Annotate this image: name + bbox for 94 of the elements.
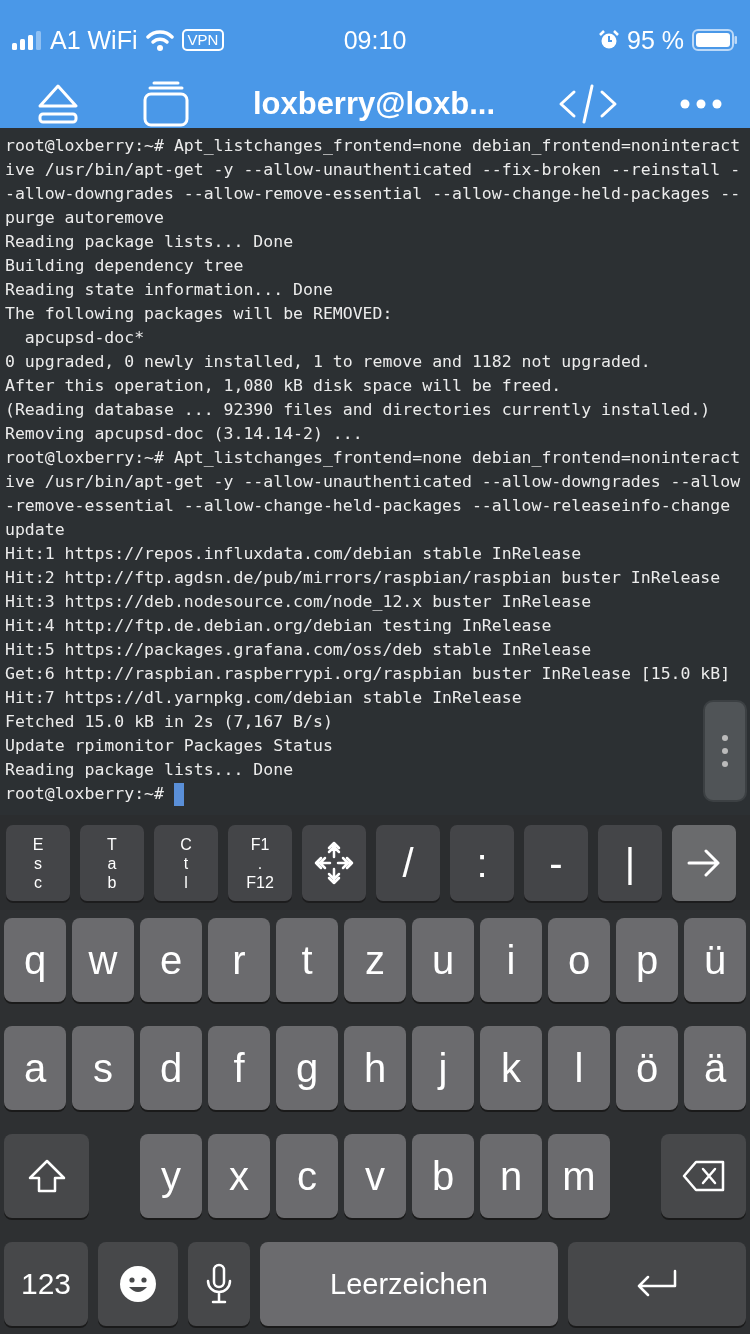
numbers-key[interactable]: 123 xyxy=(4,1242,88,1326)
key-button[interactable]: Ctl xyxy=(154,825,218,901)
key-button[interactable]: o xyxy=(548,918,610,1002)
battery-percentage: 95 % xyxy=(627,25,684,55)
key-button[interactable]: Esc xyxy=(6,825,70,901)
key-button[interactable]: f xyxy=(208,1026,270,1110)
session-title: loxberry@loxb... xyxy=(252,86,496,122)
key-button[interactable]: - xyxy=(524,825,588,901)
terminal-prompt: root@loxberry:~# xyxy=(5,783,164,805)
terminal-line: Get:6 http://raspbian.raspberrypi.org/raspbian buster InRelease [15.0 kB] xyxy=(5,663,731,685)
key-button[interactable]: y xyxy=(140,1134,202,1218)
terminal-line: ive /usr/bin/apt-get -y --allow-unauthenticated --fix-broken --reinstall - xyxy=(5,159,741,181)
key-button[interactable]: a xyxy=(4,1026,66,1110)
terminal-line: purge autoremove xyxy=(5,207,164,229)
terminal-line: root@loxberry:~# Apt_listchanges_frontend=none debian_frontend=noninteract xyxy=(5,135,741,157)
terminal-line: root@loxberry:~# Apt_listchanges_frontend=none debian_frontend=noninteract xyxy=(5,447,741,469)
backspace-icon xyxy=(681,1160,726,1192)
terminal-line: update xyxy=(5,519,65,541)
terminal-line: apcupsd-doc* xyxy=(23,327,145,349)
key-button[interactable]: m xyxy=(548,1134,610,1218)
alarm-clock-icon xyxy=(599,30,619,50)
terminal-line: Removing apcupsd-doc (3.14.14-2) ... xyxy=(5,423,363,445)
key-button[interactable]: h xyxy=(344,1026,406,1110)
backspace-key[interactable] xyxy=(661,1134,746,1218)
key-button[interactable]: t xyxy=(276,918,338,1002)
terminal-line: -allow-downgrades --allow-remove-essential --allow-change-held-packages -- xyxy=(5,183,741,205)
terminal-line: Update rpimonitor Packages Status xyxy=(5,735,333,757)
key-button[interactable]: u xyxy=(412,918,474,1002)
terminal-line: (Reading database ... 92390 files and directories currently installed.) xyxy=(5,399,711,421)
terminal-line: Fetched 15.0 kB in 2s (7,167 B/s) xyxy=(5,711,333,733)
clock-time: 09:10 xyxy=(343,25,407,55)
key-button[interactable]: n xyxy=(480,1134,542,1218)
key-button[interactable]: j xyxy=(412,1026,474,1110)
key-button[interactable]: : xyxy=(450,825,514,901)
terminal-line: Hit:7 https://dl.yarnpkg.com/debian stable InRelease xyxy=(5,687,522,709)
key-button[interactable]: r xyxy=(208,918,270,1002)
terminal-line: Hit:2 http://ftp.agdsn.de/pub/mirrors/raspbian/raspbian buster InRelease xyxy=(5,567,721,589)
key-button[interactable]: i xyxy=(480,918,542,1002)
terminal-line: ive /usr/bin/apt-get -y --allow-unauthenticated --allow-downgrades --allow xyxy=(5,471,741,493)
eject-icon[interactable] xyxy=(36,84,80,124)
scroll-handle[interactable] xyxy=(703,700,747,802)
more-icon[interactable] xyxy=(679,99,722,109)
key-button[interactable]: w xyxy=(72,918,134,1002)
terminal-line: After this operation, 1,080 kB disk space will be freed. xyxy=(5,375,562,397)
arrow-keys-button[interactable] xyxy=(302,825,366,901)
terminal-line: The following packages will be REMOVED: xyxy=(5,303,393,325)
key-button[interactable]: Tab xyxy=(80,825,144,901)
right-arrow-icon xyxy=(687,849,721,877)
signal-icon xyxy=(12,30,42,50)
key-button[interactable]: ö xyxy=(616,1026,678,1110)
carrier-name: A1 WiFi xyxy=(50,25,138,55)
battery-icon xyxy=(692,29,738,51)
key-button[interactable]: x xyxy=(208,1134,270,1218)
terminal-line: Hit:5 https://packages.grafana.com/oss/deb stable InRelease xyxy=(5,639,592,661)
emoji-key[interactable] xyxy=(98,1242,178,1326)
code-icon[interactable] xyxy=(557,84,618,124)
key-button[interactable]: b xyxy=(412,1134,474,1218)
key-button[interactable]: s xyxy=(72,1026,134,1110)
key-button[interactable]: | xyxy=(598,825,662,901)
text-cursor xyxy=(173,782,184,806)
microphone-icon xyxy=(205,1263,233,1305)
tabs-icon[interactable] xyxy=(142,81,191,127)
shift-key[interactable] xyxy=(4,1134,89,1218)
four-arrows-icon xyxy=(314,840,354,886)
terminal-line: Reading state information... Done xyxy=(5,279,333,301)
key-button[interactable]: k xyxy=(480,1026,542,1110)
key-button[interactable]: ü xyxy=(684,918,746,1002)
terminal-line: Reading package lists... Done xyxy=(5,231,294,253)
key-button[interactable]: l xyxy=(548,1026,610,1110)
key-button[interactable]: d xyxy=(140,1026,202,1110)
space-key[interactable]: Leerzeichen xyxy=(260,1242,558,1326)
terminal-line: Hit:3 https://deb.nodesource.com/node_12.x buster InRelease xyxy=(5,591,592,613)
terminal-line: -remove-essential --allow-change-held-packages --allow-releaseinfo-change xyxy=(5,495,731,517)
key-button[interactable]: F1 . F12 xyxy=(228,825,292,901)
key-button[interactable]: e xyxy=(140,918,202,1002)
terminal-line: 0 upgraded, 0 newly installed, 1 to remove and 1182 not upgraded. xyxy=(5,351,651,373)
key-button[interactable]: p xyxy=(616,918,678,1002)
vpn-badge: VPN xyxy=(181,29,225,51)
key-button[interactable]: v xyxy=(344,1134,406,1218)
key-button[interactable]: ä xyxy=(684,1026,746,1110)
microphone-key[interactable] xyxy=(188,1242,250,1326)
wifi-icon xyxy=(145,29,174,51)
terminal-line: Reading package lists... Done xyxy=(5,759,294,781)
terminal-line: Building dependency tree xyxy=(5,255,244,277)
shift-icon xyxy=(26,1158,67,1194)
smiley-icon xyxy=(119,1265,157,1303)
key-button[interactable]: z xyxy=(344,918,406,1002)
terminal-line: Hit:1 https://repos.influxdata.com/debian stable InRelease xyxy=(5,543,582,565)
terminal-line: Hit:4 http://ftp.de.debian.org/debian testing InRelease xyxy=(5,615,552,637)
key-button[interactable]: c xyxy=(276,1134,338,1218)
key-button[interactable]: g xyxy=(276,1026,338,1110)
key-button[interactable]: / xyxy=(376,825,440,901)
key-button[interactable]: q xyxy=(4,918,66,1002)
right-arrow-button[interactable] xyxy=(672,825,736,901)
